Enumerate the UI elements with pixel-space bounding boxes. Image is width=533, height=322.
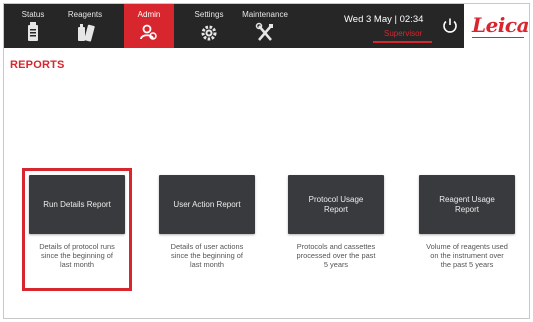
report-card-protocol-usage: Protocol Usage Report Protocols and cass… [288, 175, 384, 269]
reagent-usage-report-description: Volume of reagents used on the instrumen… [426, 242, 508, 269]
user-action-report-button[interactable]: User Action Report [159, 175, 255, 234]
logo-panel: Leica [464, 4, 529, 48]
highlight-box [22, 168, 132, 291]
power-icon[interactable] [441, 17, 459, 35]
tab-maintenance[interactable]: Maintenance [236, 4, 294, 48]
reagent-bottles-icon [78, 24, 95, 42]
tab-settings-label: Settings [194, 10, 224, 19]
logo-underline [472, 37, 524, 38]
user-role-underline [373, 41, 432, 43]
tab-settings[interactable]: Settings [183, 4, 235, 48]
page-title: REPORTS [10, 59, 65, 71]
tab-reagents-label: Reagents [67, 10, 103, 19]
protocol-usage-report-button[interactable]: Protocol Usage Report [288, 175, 384, 234]
tools-icon [255, 22, 273, 41]
tab-maintenance-label: Maintenance [242, 10, 288, 19]
tab-status[interactable]: Status [10, 4, 56, 48]
user-action-report-description: Details of user actions since the beginn… [170, 242, 244, 269]
date-time-display: Wed 3 May | 02:34 [344, 14, 424, 25]
top-nav-bar: Status Reagents Admin Settings Maintenan… [4, 4, 529, 48]
gear-icon [201, 25, 217, 41]
report-card-reagent-usage: Reagent Usage Report Volume of reagents … [419, 175, 515, 269]
status-bottle-icon [28, 22, 38, 41]
tab-admin-label: Admin [137, 10, 161, 19]
leica-logo: Leica [472, 13, 530, 37]
protocol-usage-report-description: Protocols and cassettes processed over t… [296, 242, 376, 269]
admin-users-icon [140, 24, 157, 40]
tab-reagents[interactable]: Reagents [60, 4, 110, 48]
user-role-link[interactable]: Supervisor [384, 29, 422, 38]
report-card-user-action: User Action Report Details of user actio… [159, 175, 255, 269]
tab-status-label: Status [21, 10, 45, 19]
reagent-usage-report-button[interactable]: Reagent Usage Report [419, 175, 515, 234]
app-window: Status Reagents Admin Settings Maintenan… [3, 3, 530, 319]
tab-admin[interactable]: Admin [124, 4, 174, 48]
